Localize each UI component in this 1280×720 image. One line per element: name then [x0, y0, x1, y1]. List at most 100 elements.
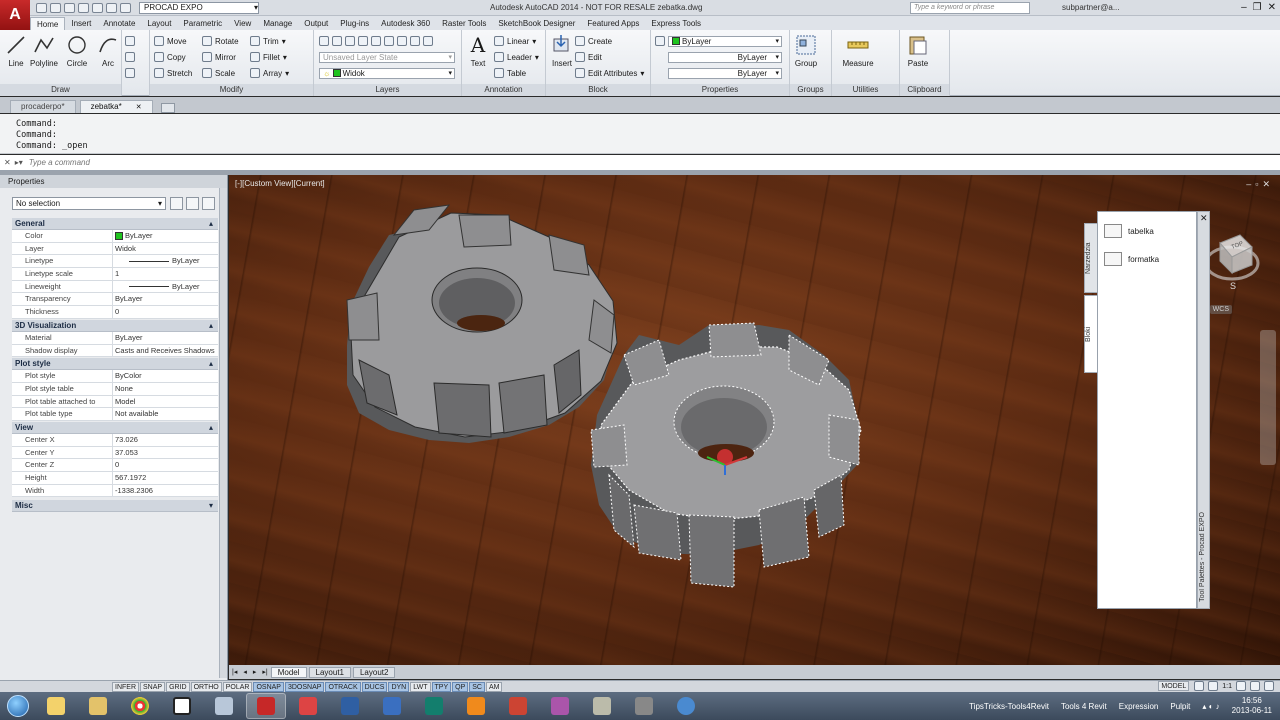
toggle-pickadd-icon[interactable] [170, 197, 183, 210]
property-row[interactable]: Transparency ByLayer [12, 293, 218, 307]
layer-state-select[interactable]: Unsaved Layer State [319, 51, 455, 63]
status-toggle-tpy[interactable]: TPY [431, 681, 452, 692]
toolbar-link[interactable]: TipsTricks-Tools4Revit [969, 702, 1049, 711]
clean-screen-icon[interactable] [1264, 681, 1274, 691]
polyline-button[interactable]: Polyline [28, 34, 60, 68]
tab-autodesk-360[interactable]: Autodesk 360 [375, 17, 436, 30]
trim-button[interactable]: Trim ▾ [250, 35, 286, 47]
workspace-switch-icon[interactable] [1236, 681, 1246, 691]
layer-freeze-icon[interactable] [358, 36, 368, 46]
tab-layout[interactable]: Layout [141, 17, 177, 30]
panel-annotation-label[interactable]: Annotation [462, 84, 545, 96]
paste-button[interactable]: Paste [902, 34, 934, 68]
taskbar-app[interactable] [414, 693, 454, 719]
property-row[interactable]: Linetype scale 1 [12, 268, 218, 281]
restore-icon[interactable]: ❐ [1253, 2, 1262, 13]
scale-button[interactable]: Scale [202, 67, 235, 79]
property-row[interactable]: Linetype ByLayer [12, 255, 218, 269]
close-icon[interactable]: ✕ [1262, 179, 1274, 189]
save-as-icon[interactable] [78, 2, 89, 13]
start-button[interactable] [0, 692, 36, 720]
status-toggle-osnap[interactable]: OSNAP [253, 681, 284, 692]
status-toggle-3dosnap[interactable]: 3DOSNAP [284, 681, 325, 692]
status-toggle-am[interactable]: AM [485, 681, 503, 692]
save-icon[interactable] [64, 2, 75, 13]
file-tab[interactable]: zebatka* ✕ [79, 100, 153, 113]
layer-properties-icon[interactable] [319, 36, 329, 46]
region-icon[interactable] [125, 68, 135, 78]
lineweight-select[interactable]: ByLayer [668, 67, 782, 79]
section-view[interactable]: View [12, 421, 218, 434]
create-block-button[interactable]: Create [575, 35, 612, 47]
property-row[interactable]: Shadow display Casts and Receives Shadows [12, 344, 218, 358]
gear-right-selected[interactable] [590, 322, 862, 588]
rectangle-icon[interactable] [125, 36, 135, 46]
taskbar-app[interactable] [498, 693, 538, 719]
tab-sketchbook-designer[interactable]: SketchBook Designer [492, 17, 581, 30]
section-general[interactable]: General [12, 218, 218, 230]
viewport-controls-label[interactable]: [-][Custom View][Current] [235, 179, 325, 188]
taskbar-app[interactable] [666, 693, 706, 719]
status-toggle-snap[interactable]: SNAP [140, 681, 166, 692]
new-tab-button[interactable] [160, 103, 175, 113]
panel-clipboard-label[interactable]: Clipboard [900, 84, 949, 96]
property-row[interactable]: Plot table type Not available [12, 408, 218, 421]
status-toggle-otrack[interactable]: OTRACK [325, 681, 361, 692]
edit-attributes-button[interactable]: Edit Attributes ▾ [575, 67, 644, 79]
hatch-icon[interactable] [125, 52, 135, 62]
taskbar-app[interactable] [288, 693, 328, 719]
status-toggle-ortho[interactable]: ORTHO [190, 681, 222, 692]
panel-groups-label[interactable]: Groups [790, 84, 831, 96]
close-icon[interactable]: ✕ [136, 104, 142, 111]
taskbar-app-autocad[interactable] [246, 693, 286, 719]
property-row[interactable]: Color ByLayer [12, 230, 218, 243]
taskbar-app[interactable] [330, 693, 370, 719]
stretch-button[interactable]: Stretch [154, 67, 192, 79]
status-toggle-infer[interactable]: INFER [112, 681, 139, 692]
circle-button[interactable]: Circle [61, 34, 93, 68]
quick-view-layouts-icon[interactable] [1194, 681, 1205, 691]
quick-select-icon[interactable] [202, 197, 215, 210]
minimize-icon[interactable]: – [1246, 179, 1255, 189]
match-properties-icon[interactable] [655, 36, 665, 46]
viewcube[interactable]: TOP S [1202, 225, 1262, 295]
open-file-icon[interactable] [50, 2, 61, 13]
taskbar-app[interactable] [204, 693, 244, 719]
taskbar-app[interactable] [456, 693, 496, 719]
copy-button[interactable]: Copy [154, 51, 186, 63]
insert-button[interactable]: Insert [546, 34, 578, 68]
status-toggle-dyn[interactable]: DYN [388, 681, 410, 692]
help-search-input[interactable]: Type a keyword or phrase [910, 2, 1030, 14]
status-toggle-grid[interactable]: GRID [166, 681, 190, 692]
color-select[interactable]: ByLayer [668, 35, 782, 47]
fillet-button[interactable]: Fillet ▾ [250, 51, 287, 63]
status-toggle-polar[interactable]: POLAR [222, 681, 253, 692]
panel-utilities-label[interactable]: Utilities [832, 84, 899, 96]
group-button[interactable]: Group [790, 34, 822, 68]
taskbar-app[interactable] [372, 693, 412, 719]
toolbar-link[interactable]: Expression [1119, 702, 1159, 711]
taskbar-app[interactable] [78, 693, 118, 719]
table-button[interactable]: Table [494, 67, 526, 79]
selection-select[interactable]: No selection [12, 197, 166, 210]
move-button[interactable]: Move [154, 35, 187, 47]
navigation-bar[interactable] [1260, 330, 1276, 465]
panel-layers-label[interactable]: Layers [314, 84, 461, 96]
tray-icons[interactable]: ▴ ◐ ♪ [1202, 702, 1219, 711]
palette-side-bar[interactable] [219, 188, 227, 678]
lock-icon[interactable] [1250, 681, 1260, 691]
property-row[interactable]: Material ByLayer [12, 331, 218, 345]
property-row[interactable]: Plot table attached to Model [12, 395, 218, 409]
palette-tab-bloki[interactable]: Bloki [1084, 295, 1098, 373]
command-input[interactable] [28, 158, 329, 167]
toolbar-link[interactable]: Tools 4 Revit [1061, 702, 1107, 711]
property-row[interactable]: Thickness 0 [12, 306, 218, 319]
status-toggle-ducs[interactable]: DUCS [361, 681, 388, 692]
tab-parametric[interactable]: Parametric [177, 17, 228, 30]
property-row[interactable]: Plot style table None [12, 382, 218, 396]
layer-select[interactable]: ☼ Widok [319, 67, 455, 79]
leader-button[interactable]: Leader ▾ [494, 51, 539, 63]
property-row[interactable]: Layer Widok [12, 242, 218, 256]
application-menu-button[interactable]: A [0, 0, 30, 32]
property-row[interactable]: Lineweight ByLayer [12, 280, 218, 294]
